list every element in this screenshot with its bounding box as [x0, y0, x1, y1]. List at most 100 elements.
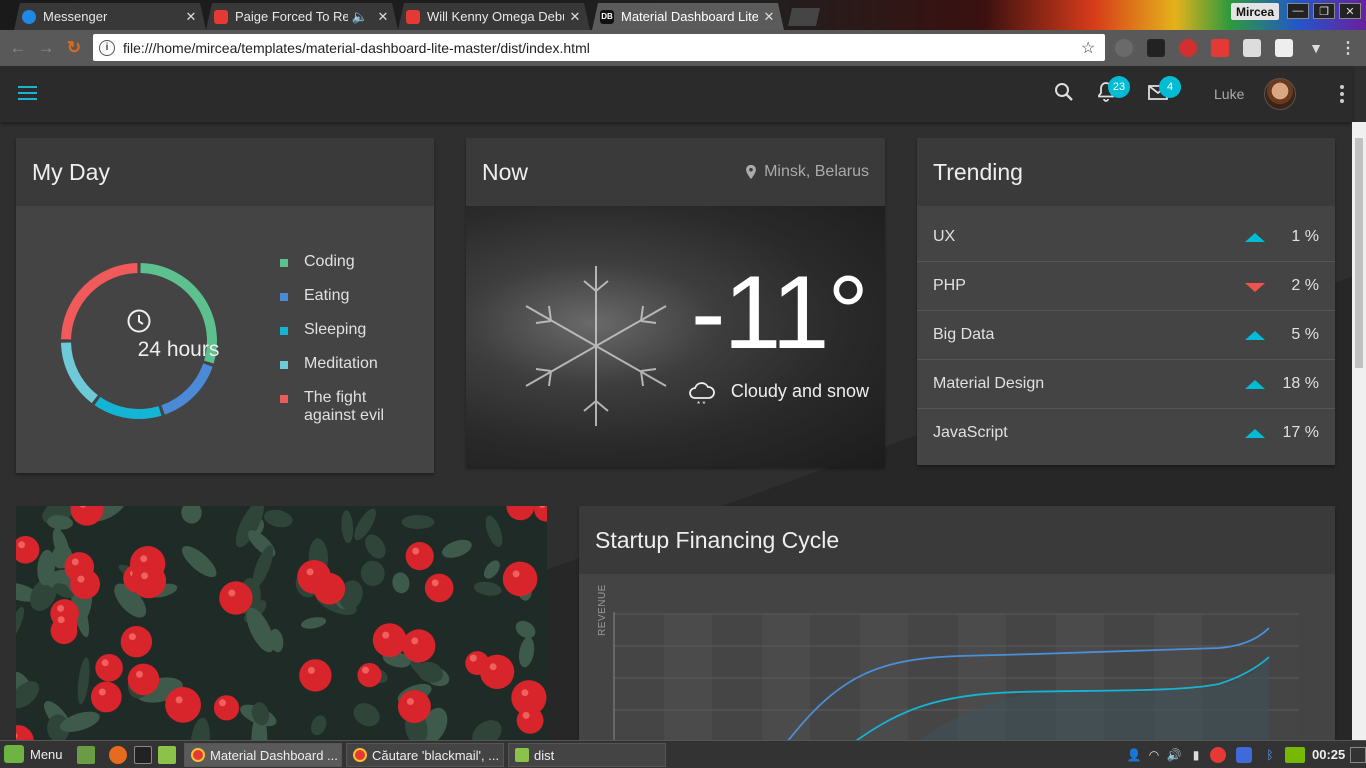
forward-button[interactable]: → [36, 38, 56, 58]
trending-row: UX 1 % [917, 213, 1335, 262]
show-desktop-icon[interactable] [77, 746, 95, 764]
menu-icon[interactable] [18, 86, 38, 100]
browser-tab-material-dashboard[interactable]: DB Material Dashboard Lite ✕ [592, 3, 784, 30]
donut-segment-meditation [61, 342, 98, 404]
tab-title: Messenger [43, 9, 108, 24]
trending-name: JavaScript [933, 424, 1008, 441]
firefox-icon[interactable] [109, 746, 127, 764]
trending-row: Big Data 5 % [917, 311, 1335, 360]
trend-up-arrow-icon [1245, 233, 1265, 242]
notifications-tray-icon[interactable] [1350, 747, 1366, 763]
adblock-extension-icon[interactable] [1179, 39, 1197, 57]
trending-row: PHP 2 % [917, 262, 1335, 311]
trending-percent: 5 % [1291, 326, 1319, 343]
trend-up-arrow-icon [1245, 380, 1265, 389]
vue-devtools-icon[interactable]: ▼ [1307, 39, 1325, 57]
scrollbar-thumb[interactable] [1355, 138, 1363, 368]
close-window-button[interactable]: ✕ [1339, 3, 1361, 19]
weather-condition: Cloudy and snow [730, 381, 869, 401]
bluetooth-icon[interactable]: ᛒ [1262, 747, 1278, 763]
dashboard-favicon-icon: DB [600, 10, 614, 24]
berries-photo-card [16, 506, 547, 740]
back-button[interactable]: ← [8, 38, 28, 58]
trending-name: UX [933, 228, 956, 245]
user-name[interactable]: Luke [1214, 86, 1244, 102]
chrome-icon [191, 748, 205, 762]
maximize-button[interactable]: ❐ [1313, 3, 1335, 19]
taskbar-window-material-dashboard[interactable]: Material Dashboard ... [184, 743, 342, 767]
more-options-icon[interactable] [1339, 85, 1345, 103]
nvidia-icon[interactable] [1285, 747, 1305, 763]
my-day-card: My Day 24 hours Coding Eating Sleeping M… [16, 138, 434, 473]
search-icon[interactable] [1052, 80, 1076, 104]
location-pin-icon [746, 164, 756, 180]
donut-segment-sleeping [94, 396, 162, 419]
legend-swatch [280, 327, 288, 335]
chrome-tray-icon[interactable] [1210, 747, 1226, 763]
new-tab-button[interactable] [788, 8, 820, 26]
browser-tab-youtube-kenny[interactable]: Will Kenny Omega Debu ✕ [398, 3, 590, 30]
tab-title: Material Dashboard Lite [621, 9, 758, 24]
extension-icon-2[interactable] [1147, 39, 1165, 57]
snowflake-image [525, 266, 667, 426]
browser-tab-youtube-paige[interactable]: Paige Forced To Reti 🔈 ✕ [206, 3, 398, 30]
browser-menu-icon[interactable]: ⋮ [1339, 39, 1357, 57]
profile-button[interactable]: Mircea [1231, 3, 1279, 20]
avatar[interactable] [1264, 78, 1296, 110]
startup-chart-card: Startup Financing Cycle REVENUE [579, 506, 1335, 740]
shield-icon[interactable] [1236, 747, 1252, 763]
volume-icon[interactable]: 🔊 [1166, 747, 1182, 763]
taskbar-window-label: Material Dashboard ... [210, 747, 338, 763]
legend-item: Meditation [280, 355, 414, 389]
card-title: My Day [32, 159, 110, 185]
legend-label: Eating [304, 287, 350, 304]
browser-toolbar: ← → ↻ i file:///home/mircea/templates/ma… [0, 30, 1366, 66]
start-menu-button[interactable]: Menu [4, 745, 63, 763]
info-icon[interactable]: i [99, 39, 115, 56]
system-clock[interactable]: 00:25 [1312, 747, 1345, 762]
speaker-icon[interactable]: 🔈 [352, 9, 368, 25]
close-tab-icon[interactable]: ✕ [184, 9, 198, 25]
trending-row: Material Design 18 % [917, 360, 1335, 409]
cloudy-snow-icon: * * [689, 382, 715, 409]
url-text[interactable]: file:///home/mircea/templates/material-d… [123, 40, 1081, 56]
app-header: 23 4 Luke [0, 66, 1352, 122]
minimize-button[interactable]: — [1287, 3, 1309, 19]
taskbar-window-dist[interactable]: dist [508, 743, 666, 767]
taskbar-window-cautare[interactable]: Căutare 'blackmail', ... [346, 743, 504, 767]
card-header: My Day [16, 138, 434, 206]
extension-icon-1[interactable] [1115, 39, 1133, 57]
trend-down-arrow-icon [1245, 283, 1265, 292]
files-icon[interactable] [158, 746, 176, 764]
legend-item: Coding [280, 253, 414, 287]
reload-button[interactable]: ↻ [64, 38, 84, 58]
bookmark-star-icon[interactable]: ☆ [1081, 38, 1105, 58]
close-tab-icon[interactable]: ✕ [568, 9, 582, 25]
close-tab-icon[interactable]: ✕ [762, 9, 776, 25]
legend-label: Coding [304, 253, 355, 270]
user-tray-icon[interactable]: 👤 [1126, 747, 1142, 763]
wifi-icon[interactable]: ◠ [1146, 747, 1162, 763]
terminal-icon[interactable] [134, 746, 152, 764]
trend-up-arrow-icon [1245, 429, 1265, 438]
trending-name: PHP [933, 277, 966, 294]
browser-tab-messenger[interactable]: Messenger ✕ [14, 3, 206, 30]
extension-icon-6[interactable] [1275, 39, 1293, 57]
card-header: Startup Financing Cycle [579, 506, 1335, 574]
extension-icon-4[interactable] [1211, 39, 1229, 57]
card-title: Now [482, 159, 529, 185]
trending-percent: 2 % [1291, 277, 1319, 294]
battery-icon[interactable]: ▮ [1188, 747, 1204, 763]
legend-item: Eating [280, 287, 414, 321]
trending-name: Material Design [933, 375, 1045, 392]
legend-swatch [280, 293, 288, 301]
scrollbar[interactable] [1352, 122, 1366, 740]
svg-text:* *: * * [697, 400, 705, 409]
chrome-icon [353, 748, 367, 762]
trending-percent: 18 % [1282, 375, 1319, 392]
extension-icon-5[interactable] [1243, 39, 1261, 57]
address-bar[interactable]: i file:///home/mircea/templates/material… [93, 34, 1105, 61]
close-tab-icon[interactable]: ✕ [376, 9, 390, 25]
legend-swatch [280, 395, 288, 403]
legend-swatch [280, 259, 288, 267]
